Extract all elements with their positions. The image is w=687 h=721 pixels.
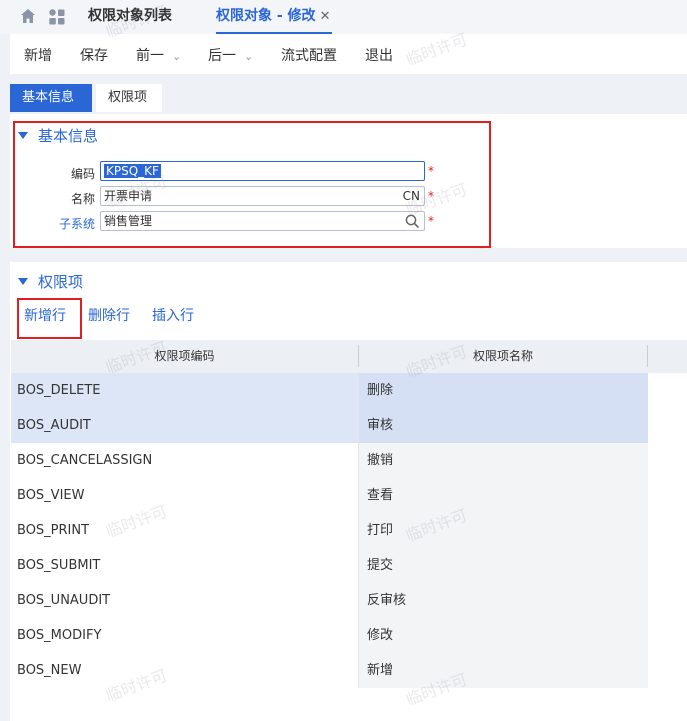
tab-permission-items[interactable]: 权限项	[96, 84, 162, 112]
table-header: 权限项编码 权限项名称	[11, 340, 687, 373]
collapse-triangle-icon	[18, 132, 28, 139]
next-label: 后一	[208, 48, 236, 64]
next-button[interactable]: 后一 ⌄	[208, 45, 253, 65]
cell-name: 提交	[358, 548, 648, 583]
cell-code: BOS_CANCELASSIGN	[11, 443, 358, 478]
table-row[interactable]: BOS_AUDIT 审核	[11, 408, 648, 443]
name-label: 名称	[70, 192, 95, 206]
search-icon[interactable]	[405, 214, 420, 229]
table-row[interactable]: BOS_MODIFY 修改	[11, 618, 648, 653]
required-marker: *	[428, 214, 434, 228]
subsystem-value: 销售管理	[104, 214, 153, 228]
cell-name: 审核	[358, 408, 648, 443]
cell-name: 撤销	[358, 443, 648, 478]
subsystem-field[interactable]: 销售管理	[100, 211, 425, 231]
required-marker: *	[428, 164, 434, 178]
permission-items-section-header[interactable]: 权限项	[18, 271, 83, 292]
tab-permission-object-edit[interactable]: 权限对象 - 修改 ✕	[216, 0, 333, 34]
column-divider[interactable]	[647, 345, 648, 367]
previous-label: 前一	[136, 48, 164, 64]
delete-row-button[interactable]: 删除行	[88, 305, 130, 325]
insert-row-button[interactable]: 插入行	[152, 305, 194, 325]
collapse-triangle-icon	[18, 278, 28, 285]
add-row-button[interactable]: 新增行	[24, 305, 66, 325]
required-marker: *	[428, 189, 434, 203]
cell-code: BOS_AUDIT	[11, 408, 358, 443]
basic-info-title: 基本信息	[38, 127, 99, 145]
cell-name: 修改	[358, 618, 648, 653]
code-label: 编码	[70, 167, 95, 181]
close-tab-icon[interactable]: ✕	[320, 9, 331, 24]
cell-code: BOS_VIEW	[11, 478, 358, 513]
exit-button[interactable]: 退出	[365, 45, 393, 65]
home-icon[interactable]	[20, 8, 36, 24]
table-row[interactable]: BOS_CANCELASSIGN 撤销	[11, 443, 648, 478]
tab-permission-object-list[interactable]: 权限对象列表	[88, 0, 172, 34]
save-button[interactable]: 保存	[80, 45, 108, 65]
basic-info-section-header[interactable]: 基本信息	[18, 125, 98, 146]
cell-code: BOS_UNAUDIT	[11, 583, 358, 618]
column-header-code[interactable]: 权限项编码	[11, 340, 358, 373]
tab-basic-info[interactable]: 基本信息	[10, 84, 92, 112]
code-value: KPSQ_KF	[104, 164, 161, 178]
cell-name: 新增	[358, 653, 648, 688]
cell-name: 查看	[358, 478, 648, 513]
subsystem-label-link[interactable]: 子系统	[45, 215, 95, 232]
cell-name: 删除	[358, 373, 648, 408]
toolbar: 新增 保存 前一 ⌄ 后一 ⌄ 流式配置 退出	[10, 34, 687, 74]
cell-code: BOS_PRINT	[11, 513, 358, 548]
permission-items-title: 权限项	[38, 273, 84, 291]
table-row[interactable]: BOS_NEW 新增	[11, 653, 648, 688]
new-button[interactable]: 新增	[24, 45, 52, 65]
apps-grid-icon[interactable]	[48, 8, 66, 26]
table-row[interactable]: BOS_SUBMIT 提交	[11, 548, 648, 583]
chevron-down-icon[interactable]: ⌄	[172, 50, 181, 63]
name-field[interactable]: 开票申请 CN	[100, 186, 425, 206]
cell-name: 反审核	[358, 583, 648, 618]
language-indicator[interactable]: CN	[403, 187, 420, 205]
cell-code: BOS_NEW	[11, 653, 358, 688]
previous-button[interactable]: 前一 ⌄	[136, 45, 181, 65]
table-row[interactable]: BOS_PRINT 打印	[11, 513, 648, 548]
code-field[interactable]: KPSQ_KF	[100, 161, 425, 181]
flow-config-button[interactable]: 流式配置	[281, 45, 337, 65]
table-row[interactable]: BOS_VIEW 查看	[11, 478, 648, 513]
cell-code: BOS_DELETE	[11, 373, 358, 408]
cell-name: 打印	[358, 513, 648, 548]
table-row[interactable]: BOS_UNAUDIT 反审核	[11, 583, 648, 618]
cell-code: BOS_MODIFY	[11, 618, 358, 653]
top-tab-bar: 权限对象列表 权限对象 - 修改 ✕	[0, 0, 687, 34]
table-row[interactable]: BOS_DELETE 删除	[11, 373, 648, 408]
permission-table-body: BOS_DELETE 删除 BOS_AUDIT 审核 BOS_CANCELASSIG…	[11, 373, 648, 688]
cell-code: BOS_SUBMIT	[11, 548, 358, 583]
tab-edit-label: 权限对象 - 修改	[216, 8, 316, 24]
chevron-down-icon[interactable]: ⌄	[244, 50, 253, 63]
column-header-name[interactable]: 权限项名称	[358, 340, 648, 373]
name-value: 开票申请	[104, 189, 153, 203]
